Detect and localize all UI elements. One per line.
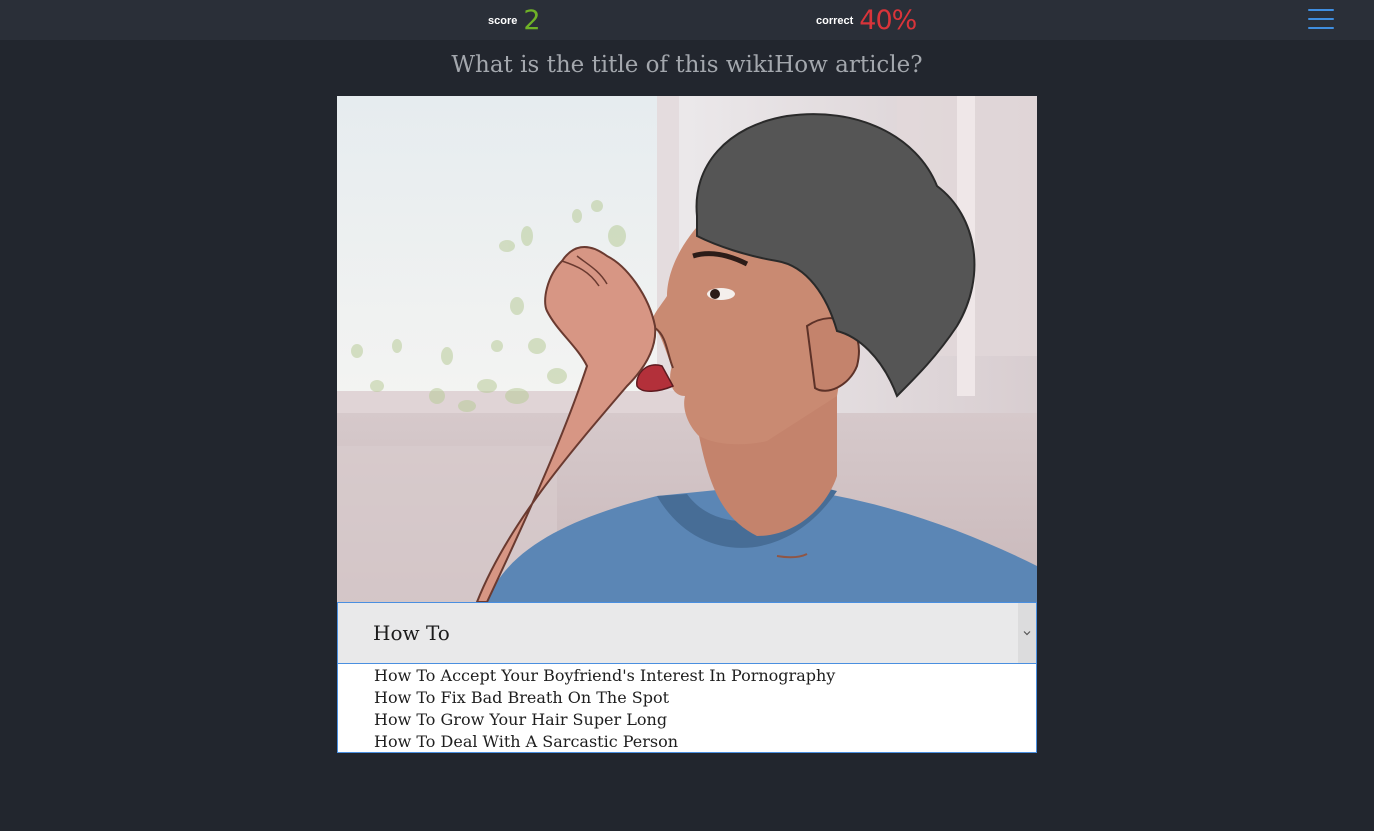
select-option[interactable]: How To Accept Your Boyfriend's Interest … <box>374 665 835 687</box>
correct-value: 40% <box>859 4 917 36</box>
correct-label: correct <box>816 15 854 27</box>
question-heading: What is the title of this wikiHow articl… <box>451 52 923 78</box>
select-option[interactable]: How To Fix Bad Breath On The Spot <box>374 687 669 709</box>
select-option[interactable]: How To Deal With A Sarcastic Person <box>374 731 678 753</box>
title-select[interactable]: How To <box>337 602 1037 664</box>
correct-display: correct 40% <box>816 0 917 40</box>
score-label: score <box>488 15 518 27</box>
select-options-list: How To Accept Your Boyfriend's Interest … <box>337 664 1037 753</box>
hamburger-menu-icon[interactable] <box>1308 8 1334 30</box>
article-illustration <box>337 96 1037 602</box>
chevron-down-icon <box>1023 631 1031 636</box>
select-arrow-area[interactable] <box>1018 603 1036 663</box>
select-current-value: How To <box>373 621 450 645</box>
select-option[interactable]: How To Grow Your Hair Super Long <box>374 709 667 731</box>
score-value: 2 <box>523 4 540 36</box>
score-display: score 2 <box>488 0 541 40</box>
top-bar: score 2 correct 40% <box>0 0 1374 40</box>
